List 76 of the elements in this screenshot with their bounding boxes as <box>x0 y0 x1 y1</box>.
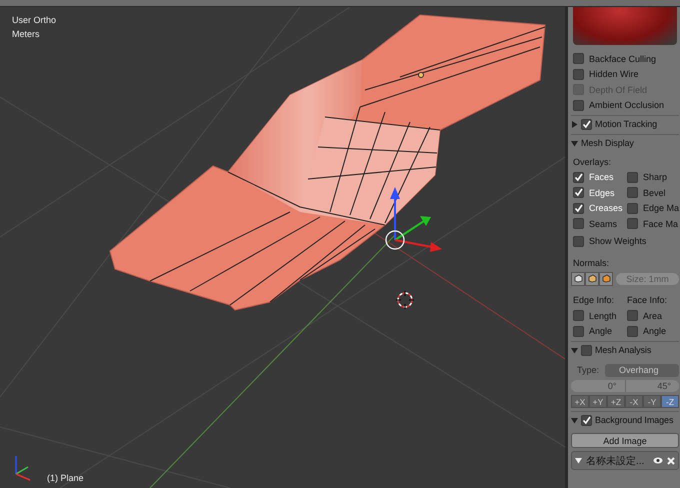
overlay-label: Sharp <box>643 172 668 182</box>
checkbox[interactable] <box>627 202 638 214</box>
checkbox[interactable] <box>573 236 584 247</box>
overlay-label: Bevel <box>643 188 666 198</box>
option-label: Length <box>589 310 617 321</box>
vertex-normals-icon[interactable] <box>571 272 585 286</box>
background-image-item[interactable]: 名称未設定... <box>571 451 679 470</box>
checkbox[interactable] <box>627 326 638 337</box>
checkbox[interactable] <box>573 187 584 198</box>
option-label: Angle <box>643 326 666 336</box>
axis-button[interactable]: -Y <box>643 395 661 408</box>
panel-title: Background Images <box>595 415 674 425</box>
overlay-label: Faces <box>589 172 614 182</box>
collapse-icon[interactable] <box>571 346 578 354</box>
panel-header[interactable]: Background Images <box>571 411 679 428</box>
panel-header[interactable]: Motion Tracking <box>571 115 679 132</box>
checkbox[interactable] <box>573 202 584 214</box>
close-icon[interactable] <box>667 456 675 464</box>
axis-button[interactable]: -Z <box>661 395 679 408</box>
axis-gizmo-icon <box>15 456 30 481</box>
checkbox[interactable] <box>581 344 592 356</box>
object-label: (1) Plane <box>47 473 84 483</box>
eye-icon[interactable] <box>653 457 663 464</box>
checkbox[interactable] <box>573 68 584 80</box>
checkbox[interactable] <box>573 326 584 337</box>
max-angle-field[interactable]: 45° <box>626 380 679 392</box>
axis-button[interactable]: +Y <box>589 395 607 408</box>
3d-cursor-icon <box>396 290 414 310</box>
checkbox[interactable] <box>581 118 592 130</box>
option-label: Ambient Occlusion <box>589 100 664 110</box>
checkbox[interactable] <box>627 172 638 183</box>
option-label: Hidden Wire <box>589 69 639 80</box>
option-label: Show Weights <box>589 236 646 246</box>
checkbox[interactable] <box>627 218 638 230</box>
checkbox[interactable] <box>581 414 592 426</box>
transform-manipulator-icon[interactable] <box>385 187 442 252</box>
checkbox[interactable] <box>573 310 584 322</box>
expand-icon[interactable] <box>571 120 578 128</box>
checkbox[interactable] <box>627 187 638 198</box>
checkbox[interactable] <box>573 172 584 183</box>
expand-icon[interactable] <box>575 457 582 464</box>
overlay-label: Edge Ma <box>643 203 680 214</box>
face-normals-icon[interactable] <box>599 272 613 286</box>
checkbox[interactable] <box>627 310 638 322</box>
panel-title: Motion Tracking <box>595 119 658 129</box>
option-label: Angle <box>589 326 612 336</box>
normals-label: Normals: <box>573 258 610 268</box>
panel-header[interactable]: Mesh Analysis <box>571 341 679 358</box>
axis-button[interactable]: +Z <box>607 395 625 408</box>
overlay-label: Seams <box>589 218 618 229</box>
panel-title: Mesh Display <box>581 138 634 148</box>
type-label: Type: <box>576 365 600 375</box>
checkbox[interactable] <box>573 100 584 111</box>
axis-button[interactable]: -X <box>625 395 643 408</box>
overlay-label: Edges <box>589 188 615 198</box>
edge-info-label: Edge Info: <box>573 295 614 306</box>
panel-title: Mesh Analysis <box>595 345 652 355</box>
checkbox[interactable] <box>573 53 584 64</box>
overlay-label: Face Ma <box>643 218 678 229</box>
overlays-label: Overlays: <box>573 156 612 167</box>
add-image-button[interactable]: Add Image <box>571 433 679 448</box>
split-normals-icon[interactable] <box>585 272 599 286</box>
face-info-label: Face Info: <box>627 295 668 306</box>
option-label: Backface Culling <box>589 54 656 64</box>
axis-button[interactable]: +X <box>571 395 589 408</box>
units-label: Meters <box>12 29 40 39</box>
type-dropdown[interactable]: Overhang <box>605 364 679 376</box>
collapse-icon[interactable] <box>571 416 578 424</box>
view-name-label: User Ortho <box>12 15 56 25</box>
option-label: Area <box>643 310 662 321</box>
panel-header[interactable]: Mesh Display <box>571 134 679 151</box>
collapse-icon[interactable] <box>571 140 578 146</box>
checkbox[interactable] <box>573 218 584 230</box>
min-angle-field[interactable]: 0° <box>571 380 626 392</box>
image-name: 名称未設定... <box>586 454 646 468</box>
overlay-label: Creases <box>589 203 623 214</box>
